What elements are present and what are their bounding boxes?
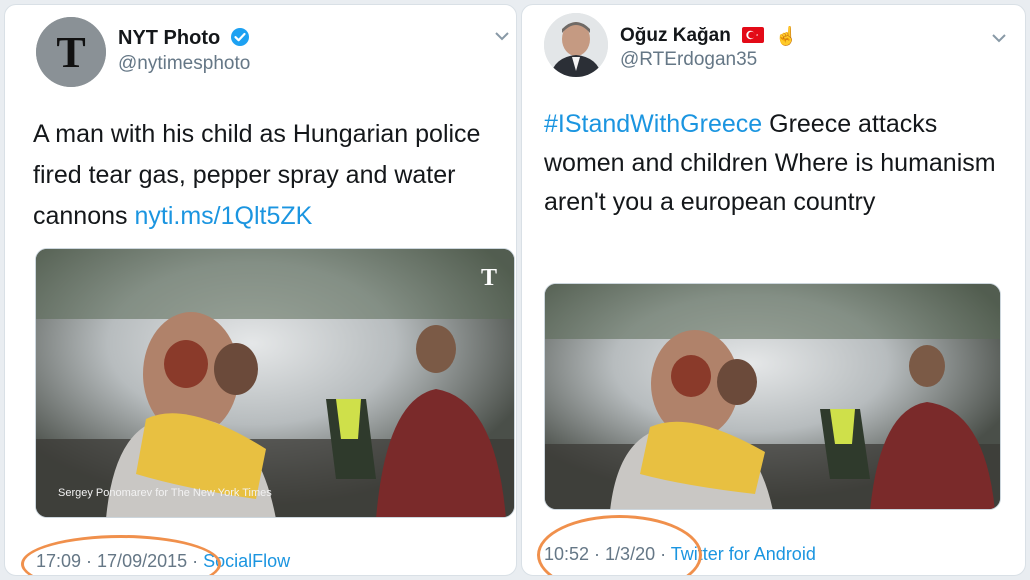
photo-credit: Sergey Ponomarev for The New York Times [58,487,272,499]
tweet-card-rterdogan35[interactable]: Oğuz Kağan ☝ @RTErdogan35 #IStandWithGre… [521,4,1026,576]
tweet-card-nytimesphoto[interactable]: T NYT Photo @nytimesphoto A man with his… [4,4,517,576]
source-app-link[interactable]: Twitter for Android [671,544,816,564]
pointing-up-hand-icon: ☝ [775,26,798,46]
svg-text:T: T [56,28,85,77]
nyt-logo-icon: T [36,17,106,87]
profile-photo [544,13,608,77]
tweet-text: A man with his child as Hungarian police… [33,114,513,237]
svg-text:T: T [481,265,497,291]
tweet-metadata: 10:52 · 1/3/20 · Twitter for Android [544,544,816,565]
display-name-text: Oğuz Kağan [620,25,731,46]
tweet-photo[interactable]: T Sergey Ponomarev for The New York Time… [35,248,515,518]
tweet-timestamp[interactable]: 17:09 · 17/09/2015 · [36,551,203,571]
chevron-down-icon[interactable] [991,33,1007,43]
source-app-link[interactable]: SocialFlow [203,551,290,571]
turkey-flag-icon [742,27,765,43]
avatar[interactable] [544,13,608,77]
avatar[interactable]: T [36,17,106,87]
tweet-timestamp[interactable]: 10:52 · 1/3/20 · [544,544,671,564]
chevron-down-icon[interactable] [494,31,510,41]
display-name[interactable]: NYT Photo [118,27,250,50]
verified-badge-icon [230,28,249,46]
tweet-photo[interactable] [544,283,1001,510]
photo-image: T [36,249,514,517]
hashtag-link[interactable]: #IStandWithGreece [544,110,762,138]
tweet-metadata: 17:09 · 17/09/2015 · SocialFlow [36,551,290,572]
photo-image [545,284,1000,509]
tweet-link[interactable]: nyti.ms/1Qlt5ZK [134,202,312,230]
user-handle[interactable]: @RTErdogan35 [620,49,757,71]
display-name-text: NYT Photo [118,27,221,49]
tweet-text: #IStandWithGreece Greece attacks women a… [544,105,1014,222]
user-handle[interactable]: @nytimesphoto [118,53,250,75]
display-name[interactable]: Oğuz Kağan ☝ [620,25,798,47]
